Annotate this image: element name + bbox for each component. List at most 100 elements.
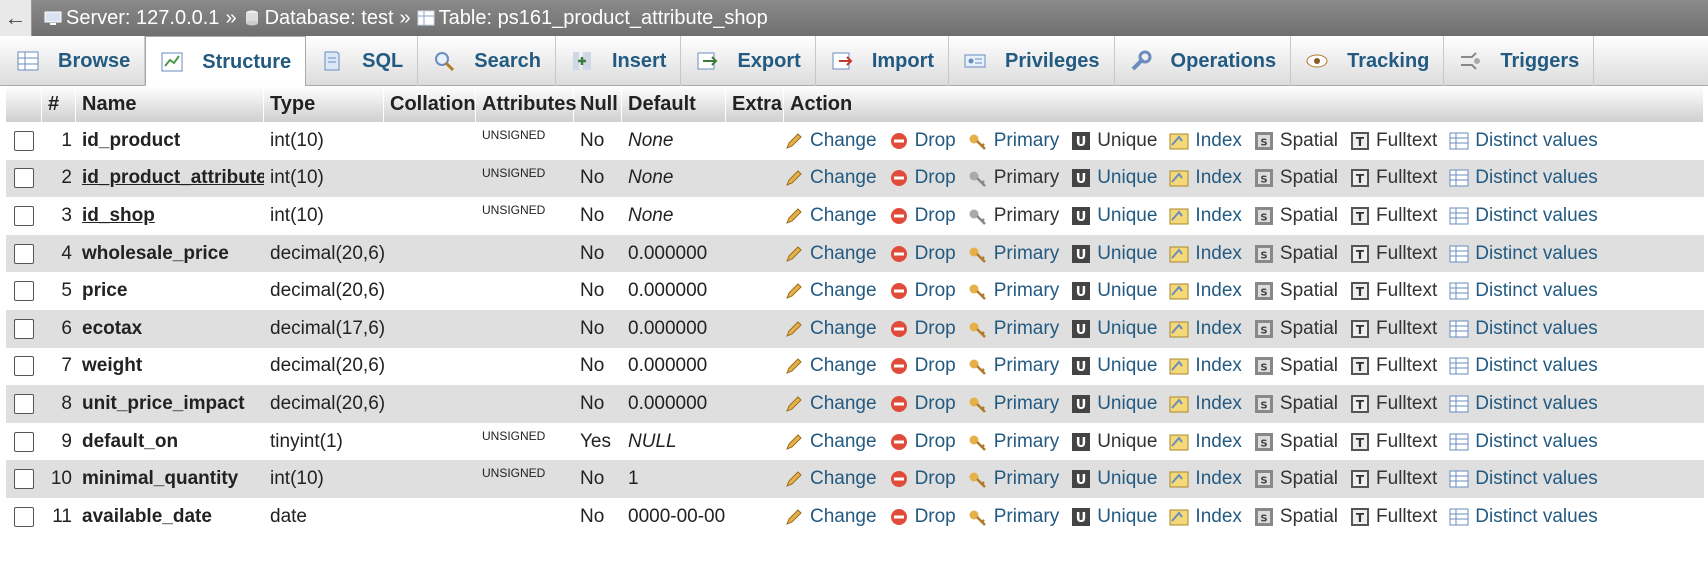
primary-action[interactable]: Primary bbox=[968, 506, 1059, 528]
drop-action[interactable]: Drop bbox=[889, 205, 956, 227]
distinct-values-action[interactable]: Distinct values bbox=[1449, 167, 1598, 189]
drop-action[interactable]: Drop bbox=[889, 355, 956, 377]
primary-action[interactable]: Primary bbox=[968, 318, 1059, 340]
unique-action[interactable]: U Unique bbox=[1071, 468, 1157, 490]
change-action[interactable]: Change bbox=[784, 280, 877, 302]
tab-triggers[interactable]: Triggers bbox=[1444, 36, 1595, 86]
index-action[interactable]: Index bbox=[1169, 280, 1242, 302]
unique-action[interactable]: U Unique bbox=[1071, 393, 1157, 415]
distinct-values-action[interactable]: Distinct values bbox=[1449, 130, 1598, 152]
tab-structure[interactable]: Structure bbox=[145, 36, 307, 87]
tab-insert[interactable]: Insert bbox=[556, 36, 682, 86]
index-action[interactable]: Index bbox=[1169, 130, 1242, 152]
distinct-values-action[interactable]: Distinct values bbox=[1449, 280, 1598, 302]
drop-action[interactable]: Drop bbox=[889, 280, 956, 302]
index-action[interactable]: Index bbox=[1169, 167, 1242, 189]
primary-action[interactable]: Primary bbox=[968, 468, 1059, 490]
breadcrumb-server[interactable]: Server: 127.0.0.1 bbox=[44, 7, 219, 30]
row-checkbox[interactable] bbox=[14, 243, 34, 264]
change-action[interactable]: Change bbox=[784, 167, 877, 189]
distinct-values-action[interactable]: Distinct values bbox=[1449, 506, 1598, 528]
drop-action[interactable]: Drop bbox=[889, 506, 956, 528]
unique-action[interactable]: U Unique bbox=[1071, 167, 1157, 189]
spatial-action[interactable]: S Spatial bbox=[1254, 130, 1338, 152]
row-checkbox[interactable] bbox=[14, 393, 34, 414]
breadcrumb-table[interactable]: Table: ps161_product_attribute_shop bbox=[417, 7, 768, 30]
spatial-action[interactable]: S Spatial bbox=[1254, 355, 1338, 377]
tab-browse[interactable]: Browse bbox=[2, 36, 146, 86]
distinct-values-action[interactable]: Distinct values bbox=[1449, 431, 1598, 453]
row-checkbox[interactable] bbox=[14, 318, 34, 339]
fulltext-action[interactable]: T Fulltext bbox=[1350, 205, 1437, 227]
tab-privileges[interactable]: Privileges bbox=[949, 36, 1115, 86]
primary-action[interactable]: Primary bbox=[968, 130, 1059, 152]
column-header-extra[interactable]: Extra bbox=[726, 86, 784, 122]
fulltext-action[interactable]: T Fulltext bbox=[1350, 130, 1437, 152]
fulltext-action[interactable]: T Fulltext bbox=[1350, 280, 1437, 302]
drop-action[interactable]: Drop bbox=[889, 468, 956, 490]
fulltext-action[interactable]: T Fulltext bbox=[1350, 506, 1437, 528]
index-action[interactable]: Index bbox=[1169, 468, 1242, 490]
fulltext-action[interactable]: T Fulltext bbox=[1350, 318, 1437, 340]
primary-action[interactable]: Primary bbox=[968, 167, 1059, 189]
spatial-action[interactable]: S Spatial bbox=[1254, 167, 1338, 189]
change-action[interactable]: Change bbox=[784, 205, 877, 227]
index-action[interactable]: Index bbox=[1169, 205, 1242, 227]
change-action[interactable]: Change bbox=[784, 431, 877, 453]
unique-action[interactable]: U Unique bbox=[1071, 318, 1157, 340]
back-arrow-icon[interactable]: ← bbox=[0, 0, 32, 36]
row-checkbox[interactable] bbox=[14, 168, 34, 189]
spatial-action[interactable]: S Spatial bbox=[1254, 431, 1338, 453]
unique-action[interactable]: U Unique bbox=[1071, 243, 1157, 265]
spatial-action[interactable]: S Spatial bbox=[1254, 318, 1338, 340]
change-action[interactable]: Change bbox=[784, 506, 877, 528]
distinct-values-action[interactable]: Distinct values bbox=[1449, 468, 1598, 490]
drop-action[interactable]: Drop bbox=[889, 393, 956, 415]
index-action[interactable]: Index bbox=[1169, 393, 1242, 415]
unique-action[interactable]: U Unique bbox=[1071, 355, 1157, 377]
fulltext-action[interactable]: T Fulltext bbox=[1350, 393, 1437, 415]
change-action[interactable]: Change bbox=[784, 355, 877, 377]
row-checkbox[interactable] bbox=[14, 356, 34, 377]
tab-export[interactable]: Export bbox=[681, 36, 816, 86]
distinct-values-action[interactable]: Distinct values bbox=[1449, 318, 1598, 340]
spatial-action[interactable]: S Spatial bbox=[1254, 243, 1338, 265]
column-header-type[interactable]: Type bbox=[264, 86, 384, 122]
unique-action[interactable]: U Unique bbox=[1071, 130, 1157, 152]
column-header-default[interactable]: Default bbox=[622, 86, 726, 122]
distinct-values-action[interactable]: Distinct values bbox=[1449, 205, 1598, 227]
distinct-values-action[interactable]: Distinct values bbox=[1449, 355, 1598, 377]
tab-operations[interactable]: Operations bbox=[1115, 36, 1292, 86]
column-header-name[interactable]: Name bbox=[76, 86, 264, 122]
spatial-action[interactable]: S Spatial bbox=[1254, 468, 1338, 490]
drop-action[interactable]: Drop bbox=[889, 243, 956, 265]
primary-action[interactable]: Primary bbox=[968, 280, 1059, 302]
row-checkbox[interactable] bbox=[14, 205, 34, 226]
distinct-values-action[interactable]: Distinct values bbox=[1449, 243, 1598, 265]
spatial-action[interactable]: S Spatial bbox=[1254, 205, 1338, 227]
fulltext-action[interactable]: T Fulltext bbox=[1350, 355, 1437, 377]
change-action[interactable]: Change bbox=[784, 243, 877, 265]
fulltext-action[interactable]: T Fulltext bbox=[1350, 167, 1437, 189]
change-action[interactable]: Change bbox=[784, 130, 877, 152]
row-checkbox[interactable] bbox=[14, 431, 34, 452]
primary-action[interactable]: Primary bbox=[968, 243, 1059, 265]
tab-tracking[interactable]: Tracking bbox=[1291, 36, 1445, 86]
column-header-num[interactable]: # bbox=[42, 86, 76, 122]
primary-action[interactable]: Primary bbox=[968, 431, 1059, 453]
unique-action[interactable]: U Unique bbox=[1071, 506, 1157, 528]
unique-action[interactable]: U Unique bbox=[1071, 205, 1157, 227]
tab-sql[interactable]: SQL bbox=[306, 36, 419, 86]
index-action[interactable]: Index bbox=[1169, 355, 1242, 377]
fulltext-action[interactable]: T Fulltext bbox=[1350, 243, 1437, 265]
fulltext-action[interactable]: T Fulltext bbox=[1350, 431, 1437, 453]
primary-action[interactable]: Primary bbox=[968, 355, 1059, 377]
drop-action[interactable]: Drop bbox=[889, 318, 956, 340]
fulltext-action[interactable]: T Fulltext bbox=[1350, 468, 1437, 490]
tab-import[interactable]: Import bbox=[816, 36, 950, 86]
tab-search[interactable]: Search bbox=[418, 36, 556, 86]
drop-action[interactable]: Drop bbox=[889, 167, 956, 189]
spatial-action[interactable]: S Spatial bbox=[1254, 393, 1338, 415]
spatial-action[interactable]: S Spatial bbox=[1254, 280, 1338, 302]
row-checkbox[interactable] bbox=[14, 130, 34, 151]
